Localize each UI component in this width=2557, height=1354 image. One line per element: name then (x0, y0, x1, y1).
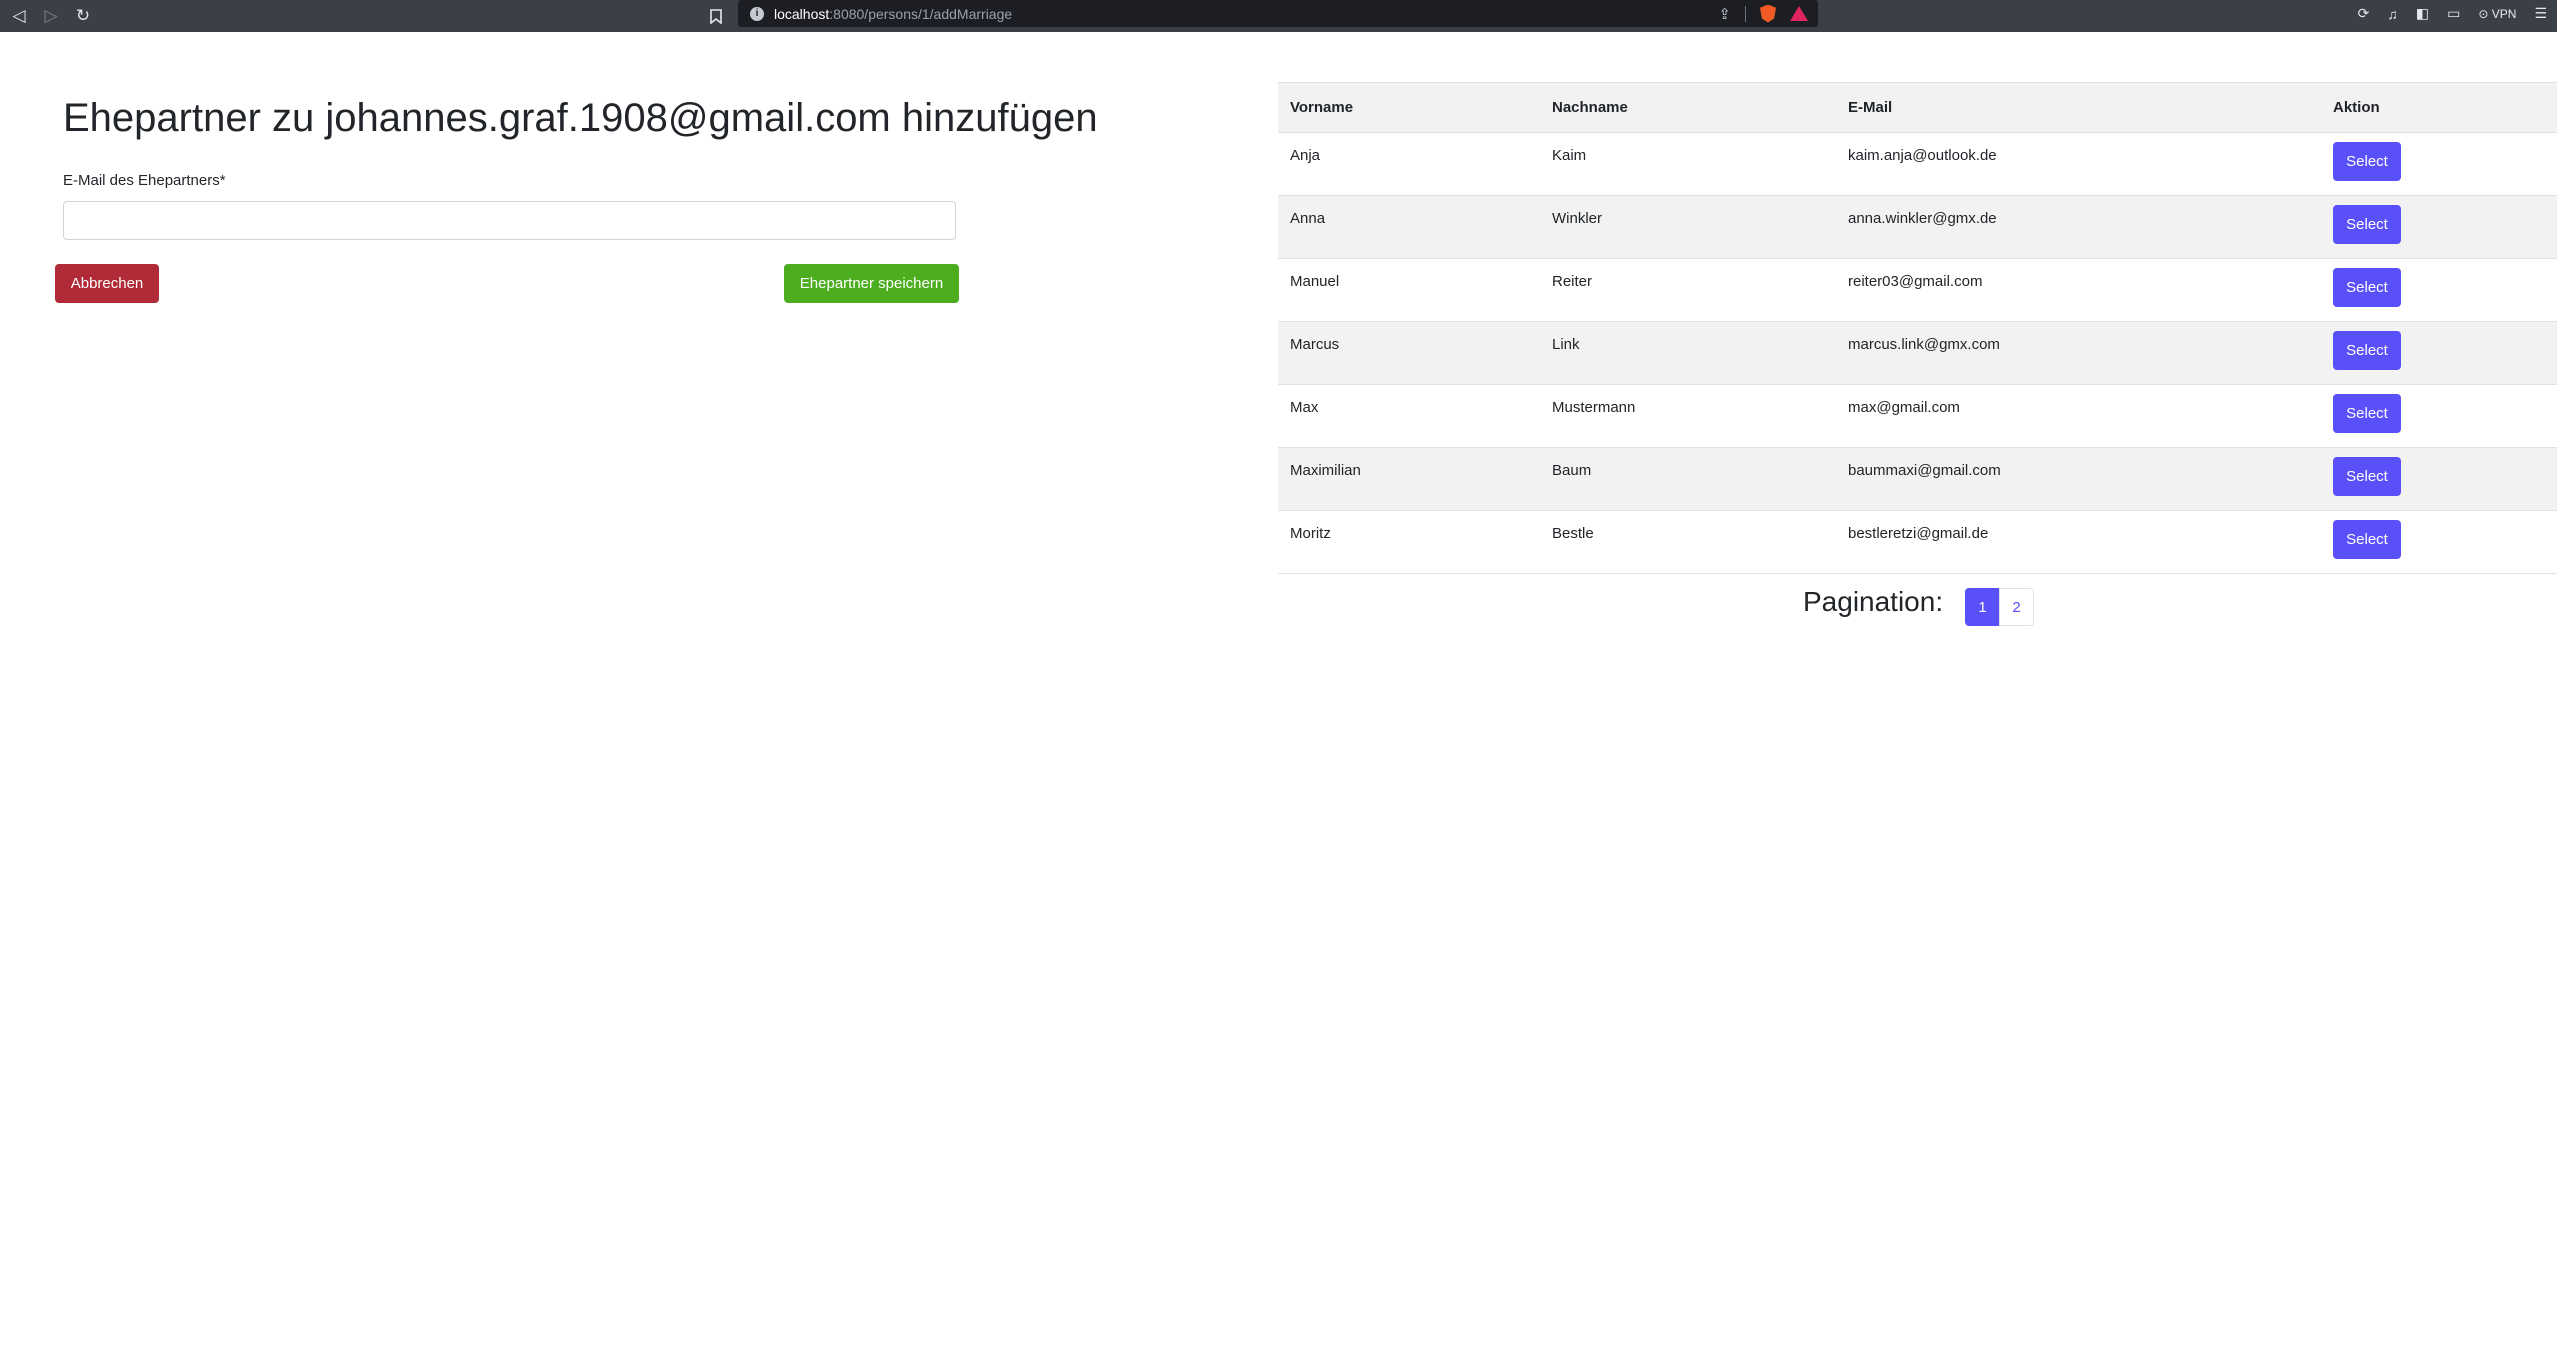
browser-tools: ⟳ ♫ ◧ ▭ ⊙ VPN ☰ (2358, 0, 2547, 27)
page-link-1[interactable]: 1 (1965, 588, 2000, 626)
sidebar-icon[interactable]: ◧ (2416, 5, 2429, 22)
table-row: Anja Kaim kaim.anja@outlook.de Select (1278, 132, 2557, 196)
forward-icon[interactable]: ▷ (38, 3, 64, 29)
select-button[interactable]: Select (2333, 331, 2401, 370)
cell-email: anna.winkler@gmx.de (1836, 195, 2321, 259)
cell-action: Select (2321, 132, 2557, 196)
vpn-button[interactable]: ⊙ VPN (2478, 7, 2516, 21)
media-icon[interactable]: ♫ (2387, 6, 2398, 22)
cell-first-name: Maximilian (1278, 447, 1540, 511)
cell-last-name: Mustermann (1540, 384, 1836, 448)
address-bar-divider (1745, 5, 1746, 22)
table-row: Manuel Reiter reiter03@gmail.com Select (1278, 258, 2557, 322)
select-button[interactable]: Select (2333, 142, 2401, 181)
menu-icon[interactable]: ☰ (2534, 5, 2547, 22)
wallet-icon[interactable]: ▭ (2447, 5, 2460, 22)
cell-action: Select (2321, 447, 2557, 511)
select-button[interactable]: Select (2333, 394, 2401, 433)
table-row: Max Mustermann max@gmail.com Select (1278, 384, 2557, 448)
select-button[interactable]: Select (2333, 268, 2401, 307)
pagination: 1 2 (1965, 588, 2034, 626)
reload-icon[interactable]: ↻ (70, 3, 96, 29)
header-last-name: Nachname (1540, 82, 1836, 133)
page-link-2[interactable]: 2 (1999, 588, 2034, 626)
cell-email: reiter03@gmail.com (1836, 258, 2321, 322)
cell-email: baummaxi@gmail.com (1836, 447, 2321, 511)
site-info-icon[interactable]: i (750, 6, 764, 21)
cell-first-name: Manuel (1278, 258, 1540, 322)
cell-email: bestleretzi@gmail.de (1836, 510, 2321, 574)
cell-last-name: Baum (1540, 447, 1836, 511)
vpn-label: VPN (2491, 6, 2517, 21)
brave-rewards-icon[interactable] (1790, 6, 1808, 21)
url-path: :8080/persons/1/addMarriage (829, 5, 1013, 22)
table-row: Moritz Bestle bestleretzi@gmail.de Selec… (1278, 510, 2557, 574)
table-row: Marcus Link marcus.link@gmx.com Select (1278, 321, 2557, 385)
table-row: Maximilian Baum baummaxi@gmail.com Selec… (1278, 447, 2557, 511)
browser-toolbar: ◁ ▷ ↻ i localhost:8080/persons/1/addMarr… (0, 0, 2557, 32)
cell-last-name: Bestle (1540, 510, 1836, 574)
select-button[interactable]: Select (2333, 205, 2401, 244)
spouse-email-input[interactable] (63, 201, 956, 240)
cell-action: Select (2321, 195, 2557, 259)
save-spouse-button[interactable]: Ehepartner speichern (784, 264, 959, 303)
cell-action: Select (2321, 321, 2557, 385)
address-bar[interactable]: i localhost:8080/persons/1/addMarriage ⇪ (738, 0, 1818, 27)
extensions-icon[interactable]: ⟳ (2358, 5, 2370, 22)
table-row: Anna Winkler anna.winkler@gmx.de Select (1278, 195, 2557, 259)
page-title: Ehepartner zu johannes.graf.1908@gmail.c… (63, 96, 1098, 140)
cell-action: Select (2321, 384, 2557, 448)
persons-table: Vorname Nachname E-Mail Aktion Anja Kaim… (1278, 82, 2557, 574)
table-header-row: Vorname Nachname E-Mail Aktion (1278, 82, 2557, 133)
header-first-name: Vorname (1278, 82, 1540, 133)
cell-last-name: Winkler (1540, 195, 1836, 259)
cell-last-name: Reiter (1540, 258, 1836, 322)
header-action: Aktion (2321, 82, 2557, 133)
select-button[interactable]: Select (2333, 457, 2401, 496)
bookmark-icon[interactable] (703, 3, 729, 29)
cell-first-name: Moritz (1278, 510, 1540, 574)
cell-first-name: Marcus (1278, 321, 1540, 385)
cancel-button[interactable]: Abbrechen (55, 264, 159, 303)
url-host: localhost (774, 5, 830, 22)
cell-action: Select (2321, 258, 2557, 322)
cell-first-name: Anna (1278, 195, 1540, 259)
cell-last-name: Kaim (1540, 132, 1836, 196)
select-button[interactable]: Select (2333, 520, 2401, 559)
back-icon[interactable]: ◁ (6, 3, 32, 29)
cell-first-name: Anja (1278, 132, 1540, 196)
brave-shields-icon[interactable] (1760, 4, 1776, 23)
cell-first-name: Max (1278, 384, 1540, 448)
pagination-label: Pagination: (1803, 586, 1944, 617)
cell-email: marcus.link@gmx.com (1836, 321, 2321, 385)
cell-last-name: Link (1540, 321, 1836, 385)
cell-email: kaim.anja@outlook.de (1836, 132, 2321, 196)
address-bar-actions: ⇪ (1718, 0, 1808, 27)
cell-action: Select (2321, 510, 2557, 574)
header-email: E-Mail (1836, 82, 2321, 133)
share-icon[interactable]: ⇪ (1718, 5, 1731, 23)
cell-email: max@gmail.com (1836, 384, 2321, 448)
email-field-label: E-Mail des Ehepartners* (63, 172, 226, 189)
